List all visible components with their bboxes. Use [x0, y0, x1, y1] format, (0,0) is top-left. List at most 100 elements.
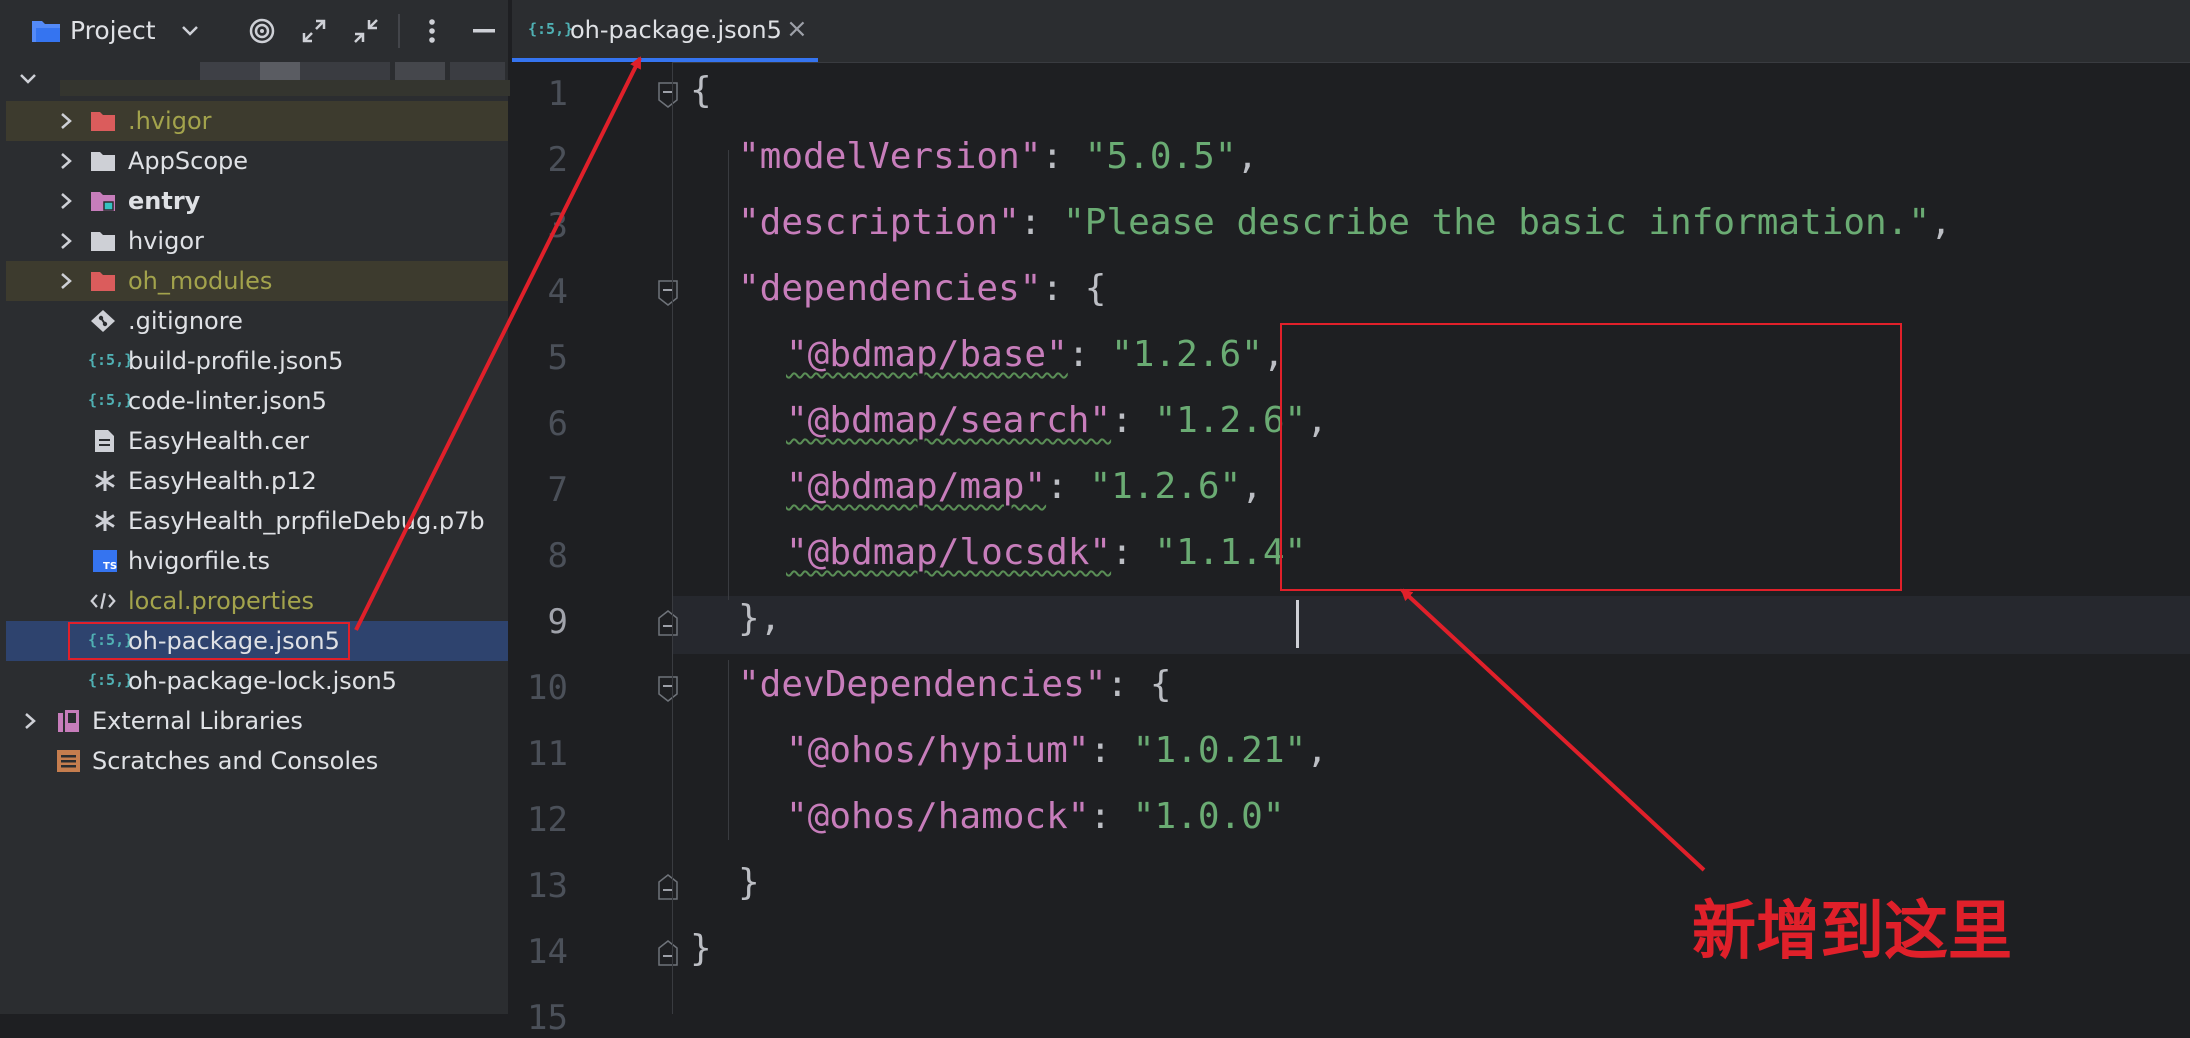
folder-icon: [91, 232, 115, 251]
json5-icon: {:5,}: [88, 391, 134, 409]
tree-item-easyhealth-p7b[interactable]: EasyHealth_prpfileDebug.p7b: [6, 501, 508, 541]
tree-item-entry[interactable]: entry: [6, 181, 508, 221]
blurred-path: [395, 62, 445, 80]
current-line-highlight: [673, 596, 2190, 654]
chevron-right-icon[interactable]: [56, 191, 76, 211]
chevron-right-icon[interactable]: [56, 111, 76, 131]
json5-icon: {:5,}: [528, 20, 574, 38]
tree-item-oh-modules[interactable]: oh_modules: [6, 261, 508, 301]
tree-item-hvigor-dir[interactable]: .hvigor: [6, 101, 508, 141]
blurred-path: [200, 62, 260, 80]
chevron-down-icon[interactable]: [18, 72, 38, 86]
code-line-10: "devDependencies": {: [738, 664, 1172, 705]
tree-item-code-linter[interactable]: {:5,} code-linter.json5: [6, 381, 508, 421]
tree-item-local-properties[interactable]: local.properties: [6, 581, 508, 621]
module-folder-icon: [91, 192, 115, 211]
gutter-divider: [672, 62, 673, 1014]
code-line-2: "modelVersion": "5.0.5",: [738, 136, 1259, 177]
line-number: 7: [547, 470, 568, 510]
project-title[interactable]: Project: [70, 16, 156, 45]
line-number-gutter: 1 2 3 4 5 6 7 8 9 10 11 12 13 14 15: [512, 62, 678, 1038]
tree-item-label: Scratches and Consoles: [92, 747, 379, 775]
fold-close-icon[interactable]: [657, 874, 679, 900]
line-number: 14: [527, 932, 568, 972]
typescript-icon: TS: [93, 550, 117, 572]
collapse-all-icon[interactable]: [346, 0, 386, 62]
tree-item-label: .gitignore: [128, 307, 243, 335]
code-line-1: {: [690, 70, 712, 111]
code-line-4: "dependencies": {: [738, 268, 1107, 309]
tree-item-label: .hvigor: [128, 107, 212, 135]
tree-item-hvigorfile[interactable]: TS hvigorfile.ts: [6, 541, 508, 581]
fold-open-icon[interactable]: [657, 82, 679, 108]
text-file-icon: [95, 430, 114, 452]
code-line-12: "@ohos/hamock": "1.0.0": [786, 796, 1285, 837]
scratches-icon: [57, 750, 80, 772]
toolbar-divider: [398, 14, 400, 48]
json5-icon: {:5,}: [88, 351, 134, 369]
tree-item-easyhealth-p12[interactable]: EasyHealth.p12: [6, 461, 508, 501]
library-icon: [58, 710, 79, 732]
asterisk-icon: [95, 471, 115, 491]
fold-close-icon[interactable]: [657, 610, 679, 636]
line-number: 11: [527, 734, 568, 774]
git-icon: [91, 310, 115, 332]
tree-item-label: entry: [128, 187, 201, 215]
tree-item-label: External Libraries: [92, 707, 303, 735]
folder-icon: [91, 152, 115, 171]
chevron-right-icon[interactable]: [56, 151, 76, 171]
tab-title: oh-package.json5: [570, 16, 782, 44]
chevron-down-icon[interactable]: [170, 0, 210, 62]
tree-item-label: oh_modules: [128, 267, 273, 295]
fold-open-icon[interactable]: [657, 280, 679, 306]
tab-oh-package[interactable]: {:5,} oh-package.json5 ×: [512, 0, 818, 62]
tree-item-easyhealth-cer[interactable]: EasyHealth.cer: [6, 421, 508, 461]
chevron-right-icon[interactable]: [56, 271, 76, 291]
code-line-3: "description": "Please describe the basi…: [738, 202, 1952, 243]
tree-item-gitignore[interactable]: .gitignore: [6, 301, 508, 341]
tree-item-hvigor[interactable]: hvigor: [6, 221, 508, 261]
expand-all-icon[interactable]: [294, 0, 334, 62]
line-number: 1: [547, 74, 568, 114]
line-number: 8: [547, 536, 568, 576]
annotation-highlight-box: [1280, 323, 1902, 591]
code-line-13: }: [738, 862, 760, 903]
line-number: 12: [527, 800, 568, 840]
line-number: 13: [527, 866, 568, 906]
text-caret: [1296, 600, 1299, 648]
minimize-icon[interactable]: [464, 0, 504, 62]
line-number: 3: [547, 206, 568, 246]
line-number-current: 9: [547, 602, 568, 642]
tree-item-scratches[interactable]: Scratches and Consoles: [6, 741, 508, 781]
code-line-14: }: [690, 928, 712, 969]
json5-icon: {:5,}: [88, 671, 134, 689]
line-number: 2: [547, 140, 568, 180]
more-icon[interactable]: [412, 0, 452, 62]
folder-icon: [91, 112, 115, 131]
line-number: 10: [527, 668, 568, 708]
tree-item-build-profile[interactable]: {:5,} build-profile.json5: [6, 341, 508, 381]
fold-close-icon[interactable]: [657, 940, 679, 966]
tree-item-label: local.properties: [128, 587, 315, 615]
project-toolbar: Project: [0, 0, 510, 62]
chevron-right-icon[interactable]: [56, 231, 76, 251]
indent-guide: [728, 150, 729, 600]
svg-text:TS: TS: [103, 561, 117, 572]
tree-item-appscope[interactable]: AppScope: [6, 141, 508, 181]
tree-item-external-libraries[interactable]: External Libraries: [6, 701, 508, 741]
line-number: 6: [547, 404, 568, 444]
target-icon[interactable]: [242, 0, 282, 62]
editor[interactable]: {:5,} oh-package.json5 × 1 2 3 4 5 6 7 8…: [512, 0, 2190, 1038]
project-root-row[interactable]: [0, 62, 510, 98]
line-number: 5: [547, 338, 568, 378]
tree-item-label: oh-package-lock.json5: [128, 667, 397, 695]
tree-item-label: hvigor: [128, 227, 204, 255]
properties-icon: [90, 592, 116, 610]
fold-open-icon[interactable]: [657, 676, 679, 702]
chevron-right-icon[interactable]: [20, 711, 40, 731]
close-icon[interactable]: ×: [786, 14, 808, 44]
blurred-path: [60, 80, 510, 96]
tree-item-oh-package-lock[interactable]: {:5,} oh-package-lock.json5: [6, 661, 508, 701]
tree-item-label: hvigorfile.ts: [128, 547, 270, 575]
code-line-11: "@ohos/hypium": "1.0.21",: [786, 730, 1328, 771]
